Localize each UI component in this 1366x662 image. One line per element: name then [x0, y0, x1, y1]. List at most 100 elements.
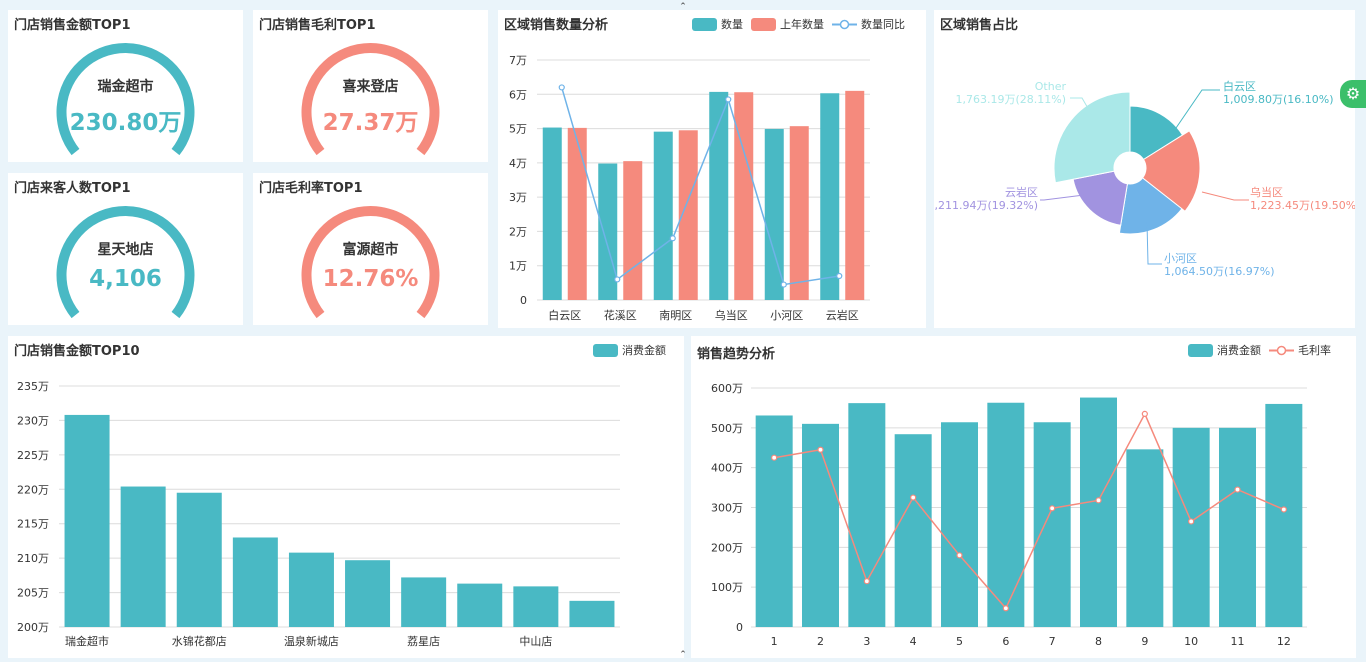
- x-tick-label: 5: [956, 635, 963, 648]
- x-tick-label: 荔星店: [407, 634, 440, 648]
- bar-store-amount: [513, 586, 559, 627]
- collapse-top-icon[interactable]: ⌃: [678, 3, 688, 12]
- x-tick-label: 9: [1141, 635, 1148, 648]
- pie-slice-name: 小河区: [1164, 252, 1197, 265]
- bar-prev-qty: [567, 127, 587, 300]
- y-tick-label: 400万: [711, 462, 743, 475]
- kpi-value: 27.37万: [322, 110, 419, 136]
- trend-panel: 销售趋势分析 消费金额 毛利率 0 100万 200万 300万 400万 500万 600…: [691, 336, 1356, 658]
- x-tick-label: 4: [910, 635, 917, 648]
- yoy-point: [725, 96, 732, 103]
- pie-slice-value: 1,009.80万(16.10%): [1223, 93, 1334, 106]
- trend-chart: 0100万200万300万400万500万600万1 2 3 4 5 6 7 8 9 10 11 12: [711, 382, 1307, 648]
- y-tick-label: 0: [736, 621, 743, 634]
- y-tick-label: 3万: [509, 191, 527, 204]
- x-tick-label: 1: [771, 635, 778, 648]
- x-tick-label: 云岩区: [826, 308, 859, 322]
- yoy-point: [780, 281, 787, 288]
- y-tick-label: 6万: [509, 88, 527, 101]
- pie-slice-value: 1,763.19万(28.11%): [955, 93, 1066, 106]
- bar-store-amount: [120, 486, 166, 627]
- yoy-point: [614, 276, 621, 283]
- bar-month-amount: [1172, 427, 1210, 627]
- bar-store-amount: [176, 492, 222, 627]
- kpi-panel-margin: 门店毛利率TOP1 富源超市 12.76%: [253, 173, 488, 325]
- region-qty-chart: 0 1万 2万 3万 4万 5万 6万 7万白云区 花溪区 南明区 乌当区 小河区 云岩区: [509, 54, 870, 322]
- margin-point: [1095, 497, 1102, 504]
- margin-point: [1280, 506, 1287, 513]
- pie-slice-name: 乌当区: [1250, 185, 1283, 199]
- x-tick-label: 6: [1002, 635, 1009, 648]
- y-tick-label: 600万: [711, 382, 743, 395]
- bar-qty: [653, 131, 673, 300]
- settings-gear-icon[interactable]: ⚙: [1340, 80, 1366, 108]
- y-tick-label: 4万: [509, 157, 527, 170]
- pie-leader-line: [1040, 194, 1085, 201]
- bar-store-amount: [232, 537, 278, 627]
- bar-store-amount: [401, 577, 447, 627]
- x-tick-label: 瑞金超市: [65, 634, 109, 648]
- y-tick-label: 200万: [17, 621, 49, 634]
- y-tick-label: 210万: [17, 552, 49, 565]
- collapse-bottom-icon[interactable]: ⌃: [678, 651, 688, 660]
- bar-month-amount: [802, 423, 839, 627]
- top10-chart: 200万 205万 210万 215万 220万 225万 230万 235万瑞金超市 水锦花都…: [17, 380, 620, 648]
- kpi-panel-profit: 门店销售毛利TOP1 喜来登店 27.37万: [253, 10, 488, 162]
- bar-month-amount: [848, 403, 886, 627]
- kpi-value: 12.76%: [322, 266, 419, 292]
- x-tick-label: 南明区: [659, 309, 692, 322]
- margin-point: [863, 578, 870, 585]
- x-tick-label: 3: [863, 635, 870, 648]
- x-tick-label: 7: [1049, 635, 1056, 648]
- yoy-point: [836, 272, 843, 280]
- pie-leader-line: [1175, 89, 1220, 129]
- region-share-panel: 区域销售占比 白云区 1,009.80万(16.10%) 乌当区 1,223.45万(…: [934, 10, 1355, 328]
- region-share-pie: 白云区1,009.80万(16.10%) 乌当区1,223.45万(19.50%)…: [934, 79, 1355, 278]
- bar-month-amount: [755, 415, 793, 627]
- margin-point: [1141, 410, 1148, 417]
- x-tick-label: 11: [1231, 635, 1245, 648]
- x-tick-label: 12: [1277, 635, 1291, 648]
- y-tick-label: 500万: [711, 422, 743, 435]
- bar-store-amount: [457, 583, 503, 627]
- y-tick-label: 215万: [17, 518, 49, 531]
- bar-month-amount: [1265, 403, 1303, 627]
- bar-month-amount: [1033, 422, 1071, 627]
- pie-slice: [1072, 170, 1128, 226]
- kpi-store-name: 星天地店: [97, 242, 154, 258]
- margin-point: [1002, 605, 1009, 612]
- y-tick-label: 205万: [17, 587, 49, 600]
- yoy-point: [669, 235, 676, 242]
- bar-store-amount: [345, 560, 391, 627]
- bar-month-amount: [941, 422, 978, 627]
- pie-slice-name: 云岩区: [1005, 185, 1038, 199]
- bar-month-amount: [894, 434, 932, 627]
- bar-month-amount: [1219, 427, 1256, 627]
- x-tick-label: 水锦花都店: [172, 634, 227, 648]
- kpi-value: 4,106: [89, 266, 162, 292]
- margin-point: [1049, 505, 1056, 512]
- x-tick-label: 小河区: [770, 309, 803, 322]
- pie-slice-value: ,211.94万(19.32%): [934, 199, 1038, 212]
- x-tick-label: 乌当区: [715, 308, 748, 322]
- pie-slice-name: 白云区: [1223, 79, 1256, 93]
- bar-prev-qty: [789, 126, 809, 301]
- pie-slice-value: 1,064.50万(16.97%): [1164, 265, 1275, 278]
- top10-panel: 门店销售金额TOP10 消费金额 200万 205万 210万 215万 220万 225…: [8, 336, 684, 658]
- region-qty-panel: 区域销售数量分析 数量 上年数量 数量同比 0 1万 2万 3万 4万 5万 6万 7万 白云区…: [498, 10, 926, 328]
- margin-point: [1188, 518, 1195, 525]
- bar-month-amount: [1080, 397, 1117, 627]
- margin-point: [956, 552, 963, 559]
- x-tick-label: 花溪区: [604, 309, 637, 322]
- pie-leader-line: [1201, 191, 1249, 201]
- margin-point: [1234, 486, 1241, 493]
- pie-hole: [1115, 153, 1145, 183]
- y-tick-label: 100万: [711, 581, 743, 594]
- kpi-store-name: 瑞金超市: [97, 79, 154, 95]
- x-tick-label: 8: [1095, 635, 1102, 648]
- kpi-panel-sales: 门店销售金额TOP1 瑞金超市 230.80万: [8, 10, 243, 162]
- pie-slice-name: Other: [1035, 80, 1067, 93]
- x-tick-label: 白云区: [548, 308, 581, 322]
- y-tick-label: 225万: [17, 449, 49, 462]
- kpi-store-name: 喜来登店: [342, 79, 399, 95]
